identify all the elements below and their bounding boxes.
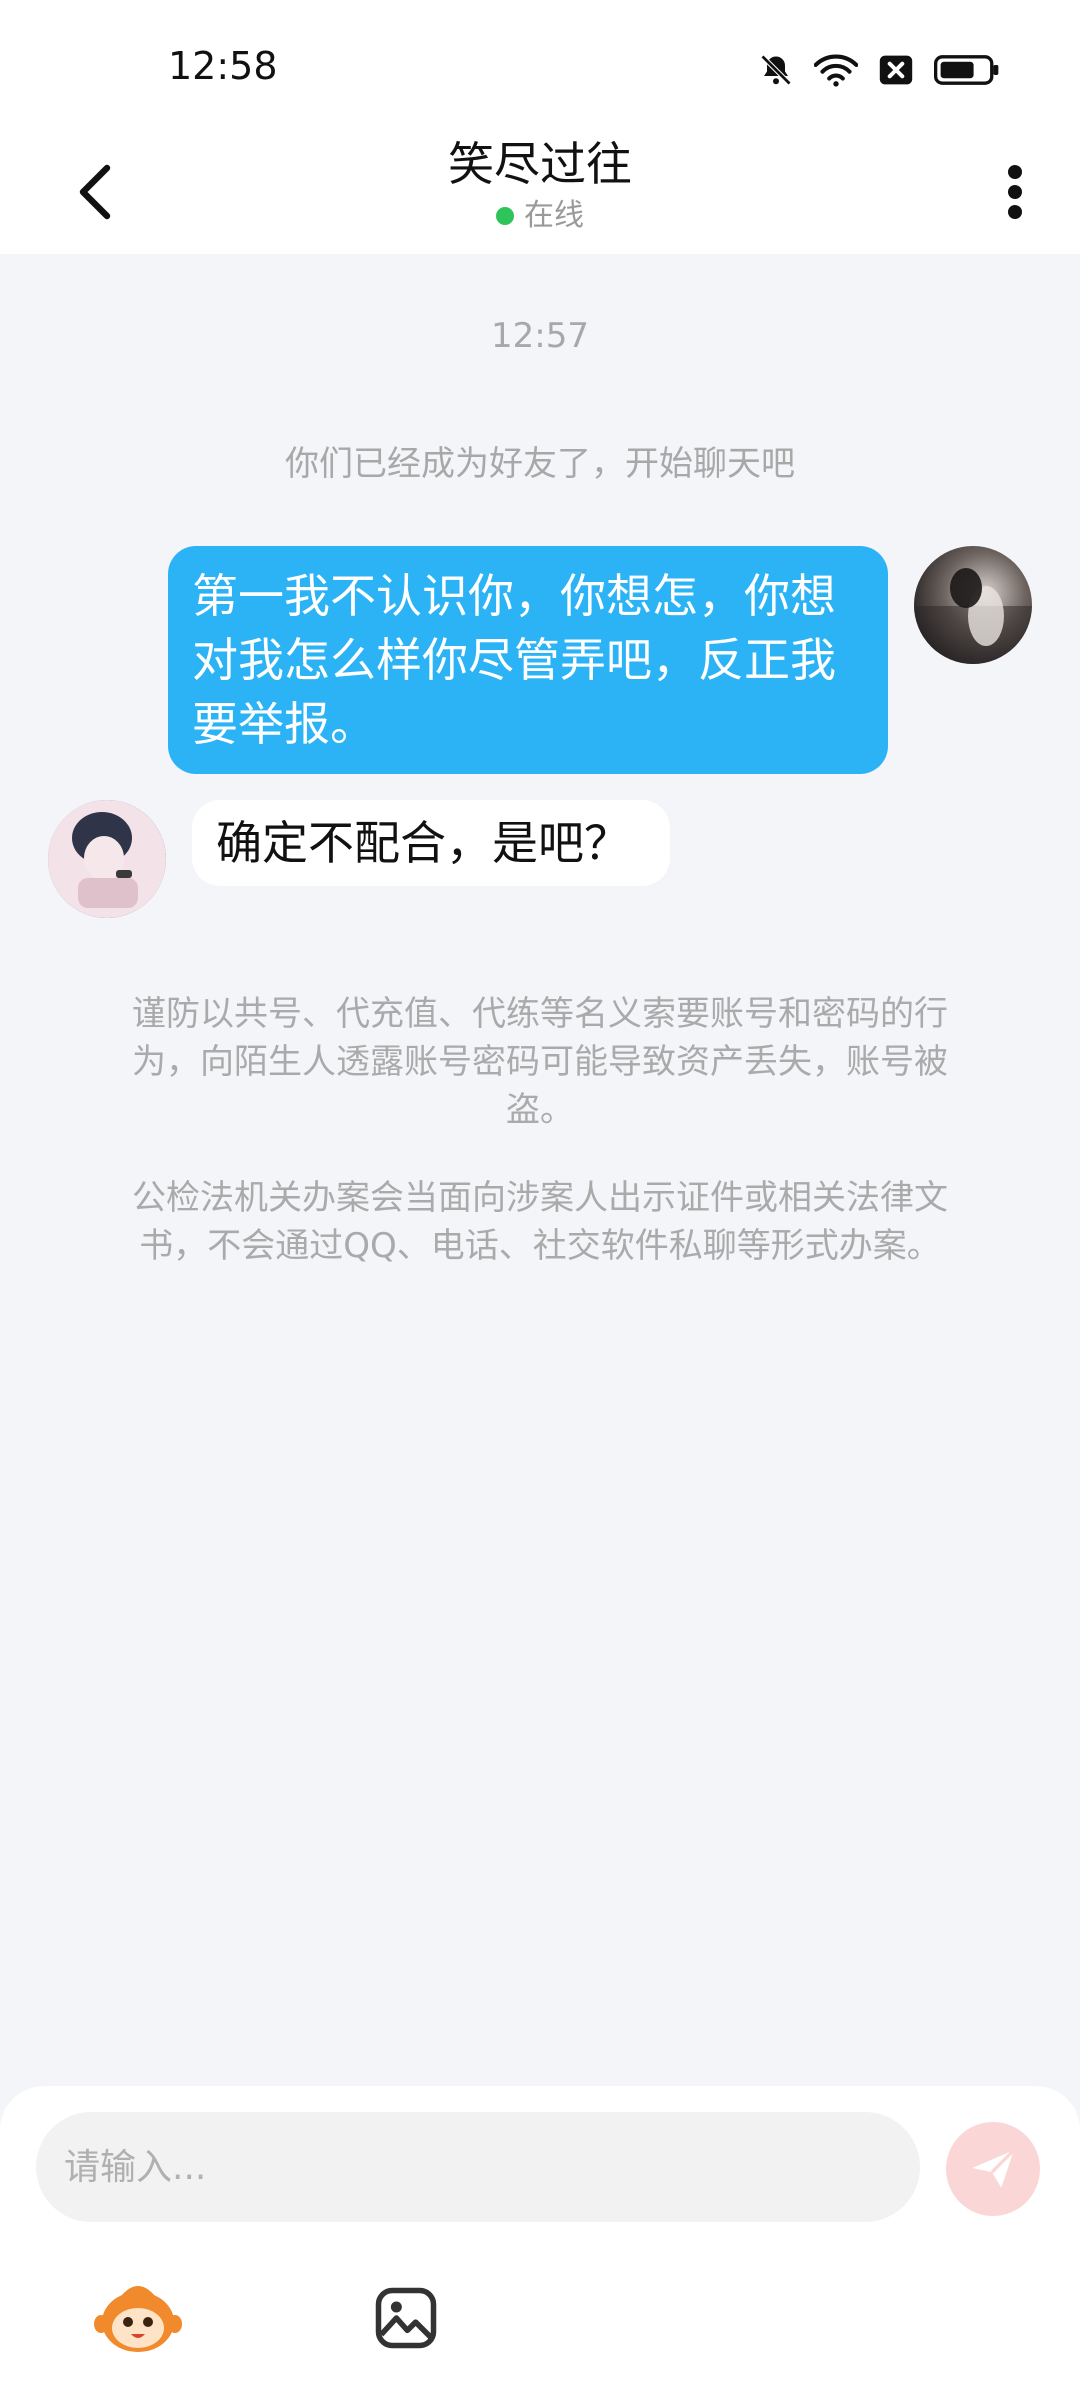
system-message: 你们已经成为好友了，开始聊天吧: [285, 444, 795, 484]
message-bubble-self[interactable]: 第一我不认识你，你想怎，你想对我怎么样你尽管弄吧，反正我要举报。: [168, 546, 888, 774]
security-warning: 公检法机关办案会当面向涉案人出示证件或相关法律文书，不会通过QQ、电话、社交软件…: [132, 1178, 948, 1266]
avatar-image: [48, 800, 166, 918]
contact-info: 笑尽过往 在线: [0, 130, 1080, 236]
chat-header: 笑尽过往 在线: [0, 130, 1080, 254]
self-avatar[interactable]: [914, 546, 1032, 664]
message-input[interactable]: [36, 2112, 920, 2222]
online-dot-icon: [496, 207, 514, 225]
send-button[interactable]: [946, 2122, 1040, 2216]
message-timestamp: 12:57: [491, 316, 589, 356]
status-time: 12:58: [168, 44, 278, 88]
online-status: 在线: [496, 196, 584, 236]
contact-avatar[interactable]: [48, 800, 166, 918]
image-icon: [375, 2287, 437, 2349]
more-options-button[interactable]: [990, 152, 1040, 232]
emoji-mascot-icon: [94, 2286, 182, 2352]
chat-area[interactable]: 12:57 你们已经成为好友了，开始聊天吧 第一我不认识你，你想怎，你想对我怎么…: [0, 254, 1080, 2084]
avatar-image: [914, 568, 1032, 664]
more-vertical-icon: [1008, 165, 1022, 219]
online-status-label: 在线: [524, 198, 584, 233]
status-bar: 12:58: [0, 0, 1080, 130]
bell-muted-icon: [758, 52, 794, 88]
contact-name: 笑尽过往: [448, 137, 632, 191]
input-panel: [0, 2086, 1080, 2400]
security-warning: 谨防以共号、代充值、代练等名义索要账号和密码的行为，向陌生人透露账号密码可能导致…: [132, 994, 948, 1130]
message-bubble-other[interactable]: 确定不配合，是吧？: [192, 800, 670, 886]
battery-icon: [934, 53, 1000, 87]
sim-off-icon: [878, 52, 914, 88]
wifi-icon: [814, 52, 858, 88]
image-button[interactable]: [356, 2268, 456, 2368]
send-icon: [972, 2149, 1016, 2188]
status-icons: [758, 48, 1000, 92]
emoji-button[interactable]: [88, 2268, 188, 2368]
